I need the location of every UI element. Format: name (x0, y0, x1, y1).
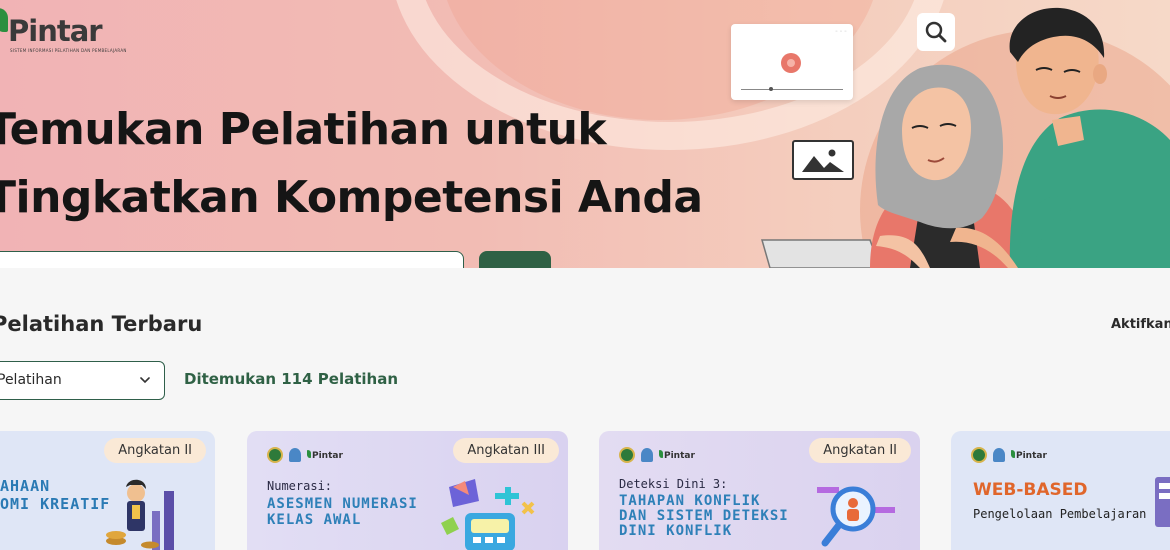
institution-logo-icon (993, 448, 1005, 462)
training-card[interactable]: Pintar WEB-BASED Pengelolaan Pembelajara… (951, 431, 1170, 550)
search-button[interactable]: Cari (479, 251, 551, 268)
logo-text: Pintar (8, 14, 103, 48)
institution-logo-icon (641, 448, 653, 462)
card-title-line2: KELAS AWAL (267, 512, 362, 528)
search-field[interactable] (0, 251, 464, 268)
hero-headline-line1: Temukan Pelatihan untuk (0, 104, 607, 155)
card-subtitle: Pengelolaan Pembelajaran (973, 507, 1147, 521)
card-title-line1: ASESMEN NUMERASI (267, 496, 418, 512)
card-title-line2: DAN SISTEM DETEKSI (619, 508, 789, 524)
card-title-line3: DINI KONFLIK (619, 523, 733, 539)
card-title-line1: TAHAPAN KONFLIK (619, 493, 761, 509)
ministry-emblem-icon (267, 447, 283, 463)
institution-logo-icon (289, 448, 301, 462)
laptop-illustration (1155, 477, 1170, 527)
results-count: Ditemukan 114 Pelatihan (184, 370, 398, 388)
page: Pintar SISTEM INFORMASI PELATIHAN DAN PE… (0, 0, 1170, 550)
leaf-icon (0, 8, 8, 32)
magnifier-illustration (817, 486, 895, 547)
logo-tagline: SISTEM INFORMASI PELATIHAN DAN PEMBELAJA… (10, 48, 127, 53)
section-title: Pelatihan Terbaru (0, 312, 203, 336)
pintar-small-logo: Pintar (659, 450, 695, 461)
creative-economy-illustration (106, 479, 174, 550)
training-card[interactable]: Angkatan II AHAAN OMI KREATIF (0, 431, 215, 550)
batch-badge: Angkatan II (809, 438, 911, 463)
math-illustration (441, 479, 535, 550)
batch-badge: Angkatan III (453, 438, 559, 463)
card-title-line1: AHAAN (0, 477, 51, 495)
activate-toggle[interactable]: Aktifkan (1111, 317, 1170, 332)
chevron-down-icon (140, 377, 150, 384)
select-value: Pelatihan (0, 372, 62, 388)
card-subtitle: Deteksi Dini 3: (619, 477, 728, 491)
pintar-small-logo: Pintar (1011, 450, 1047, 461)
card-subtitle: Numerasi: (267, 479, 333, 493)
training-card[interactable]: Pintar Angkatan III Numerasi: ASESMEN NU… (247, 431, 568, 550)
card-title-line1: WEB-BASED (973, 480, 1088, 500)
card-logos: Pintar (971, 447, 1047, 463)
batch-badge: Angkatan II (104, 438, 206, 463)
training-card[interactable]: Pintar Angkatan II Deteksi Dini 3: TAHAP… (599, 431, 920, 550)
category-select[interactable]: Pelatihan (0, 361, 165, 400)
card-logos: Pintar (267, 447, 343, 463)
ministry-emblem-icon (619, 447, 635, 463)
search-input[interactable] (0, 252, 463, 268)
people-illustration (761, 7, 1170, 268)
card-logos: Pintar (619, 447, 695, 463)
hero-banner: Pintar SISTEM INFORMASI PELATIHAN DAN PE… (0, 0, 1170, 268)
ministry-emblem-icon (971, 447, 987, 463)
hero-headline-line2: Tingkatkan Kompetensi Anda (0, 172, 703, 223)
pintar-small-logo: Pintar (307, 450, 343, 461)
